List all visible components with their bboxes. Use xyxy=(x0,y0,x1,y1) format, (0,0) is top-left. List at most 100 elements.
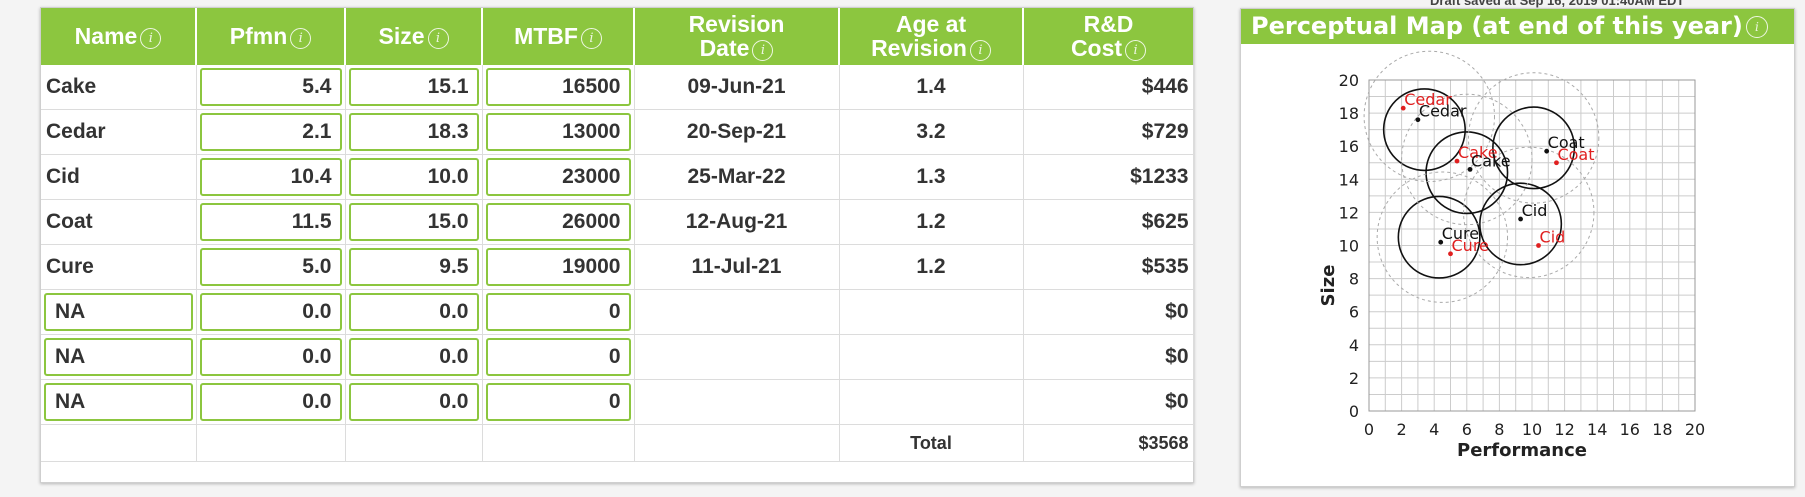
mtbf-cell: 0 xyxy=(482,379,635,425)
size-input[interactable]: 9.5 xyxy=(348,248,479,286)
info-icon[interactable]: i xyxy=(752,39,774,61)
mtbf-input[interactable]: 16500 xyxy=(485,68,631,106)
x-tick-label: 16 xyxy=(1620,420,1640,439)
info-icon[interactable]: i xyxy=(1125,39,1147,61)
table-row: NA 0.0 0.0 0 $0 xyxy=(41,379,1194,425)
y-axis-label: Size xyxy=(1318,265,1339,307)
size-input[interactable]: 18.3 xyxy=(348,113,479,151)
y-tick-label: 14 xyxy=(1339,170,1359,189)
age-at-revision xyxy=(839,379,1024,425)
age-at-revision: 1.4 xyxy=(839,65,1024,110)
name-cell: NA xyxy=(41,289,197,335)
pfmn-input[interactable]: 5.0 xyxy=(199,248,342,286)
pfmn-input[interactable]: 2.1 xyxy=(199,113,342,151)
pfmn-input[interactable]: 0.0 xyxy=(199,293,342,331)
y-tick-label: 4 xyxy=(1349,336,1359,355)
size-input[interactable]: 0.0 xyxy=(348,338,479,376)
size-cell: 9.5 xyxy=(345,244,483,290)
product-name-input[interactable]: NA xyxy=(44,293,193,331)
mtbf-input[interactable]: 23000 xyxy=(485,158,631,196)
size-cell: 0.0 xyxy=(345,334,483,380)
size-cell: 0.0 xyxy=(345,289,483,335)
x-tick-label: 8 xyxy=(1494,420,1504,439)
product-name-input[interactable]: NA xyxy=(44,338,193,376)
perceptual-map-header: Perceptual Map (at end of this year) i xyxy=(1241,9,1794,44)
mtbf-input[interactable]: 0 xyxy=(485,338,631,376)
pfmn-cell: 2.1 xyxy=(196,109,346,155)
product-name-input[interactable]: NA xyxy=(44,383,193,421)
product-point-label: Cedar xyxy=(1419,102,1467,121)
mtbf-cell: 23000 xyxy=(482,154,635,200)
mtbf-input[interactable]: 13000 xyxy=(485,113,631,151)
pfmn-input[interactable]: 11.5 xyxy=(199,203,342,241)
total-value: $3568 xyxy=(1023,424,1194,462)
pfmn-cell: 5.4 xyxy=(196,65,346,110)
y-tick-label: 8 xyxy=(1349,270,1359,289)
info-icon[interactable]: i xyxy=(427,27,449,49)
x-tick-label: 14 xyxy=(1587,420,1607,439)
header-label: Age at xyxy=(895,11,967,38)
rd-cost: $1233 xyxy=(1023,154,1194,200)
pfmn-cell: 0.0 xyxy=(196,289,346,335)
size-input[interactable]: 15.0 xyxy=(348,203,479,241)
info-icon[interactable]: i xyxy=(969,39,991,61)
size-input[interactable]: 0.0 xyxy=(348,293,479,331)
info-icon[interactable]: i xyxy=(140,27,162,49)
product-name: Cid xyxy=(41,154,197,200)
age-at-revision: 1.2 xyxy=(839,199,1024,245)
size-cell: 0.0 xyxy=(345,379,483,425)
y-tick-label: 0 xyxy=(1349,402,1359,421)
rd-cost: $0 xyxy=(1023,289,1194,335)
product-point-label: Coat xyxy=(1548,133,1585,152)
size-cell: 10.0 xyxy=(345,154,483,200)
table-row: NA 0.0 0.0 0 $0 xyxy=(41,334,1194,380)
product-point-label: Cake xyxy=(1471,151,1511,170)
size-cell: 18.3 xyxy=(345,109,483,155)
size-input[interactable]: 10.0 xyxy=(348,158,479,196)
header-size: Size i xyxy=(345,8,483,65)
mtbf-cell: 26000 xyxy=(482,199,635,245)
pfmn-cell: 5.0 xyxy=(196,244,346,290)
rd-cost: $625 xyxy=(1023,199,1194,245)
table-row: NA 0.0 0.0 0 $0 xyxy=(41,289,1194,335)
mtbf-cell: 16500 xyxy=(482,65,635,110)
age-at-revision: 1.2 xyxy=(839,244,1024,290)
mtbf-input[interactable]: 19000 xyxy=(485,248,631,286)
name-cell: NA xyxy=(41,379,197,425)
info-icon[interactable]: i xyxy=(580,27,602,49)
pfmn-input[interactable]: 0.0 xyxy=(199,338,342,376)
size-cell: 15.1 xyxy=(345,65,483,110)
info-icon[interactable]: i xyxy=(1745,16,1768,38)
product-name: Cake xyxy=(41,65,197,110)
empty-cell xyxy=(345,424,483,462)
header-label: Pfmn xyxy=(229,23,288,50)
pfmn-input[interactable]: 5.4 xyxy=(199,68,342,106)
table-row: Cedar 2.1 18.3 13000 20-Sep-21 3.2 $729 xyxy=(41,109,1194,155)
mtbf-input[interactable]: 0 xyxy=(485,293,631,331)
y-tick-label: 6 xyxy=(1349,303,1359,322)
mtbf-input[interactable]: 0 xyxy=(485,383,631,421)
revision-date: 09-Jun-21 xyxy=(634,65,840,110)
perceptual-map-chart: 0 2 4 6 8 10 12 14 16 18 20 0 2 4 6 8 10 12 14 16 18 20 Perfor… xyxy=(1318,50,1705,461)
header-label: R&D xyxy=(1083,11,1134,38)
age-at-revision: 3.2 xyxy=(839,109,1024,155)
age-at-revision xyxy=(839,289,1024,335)
size-input[interactable]: 0.0 xyxy=(348,383,479,421)
rd-cost: $0 xyxy=(1023,334,1194,380)
pfmn-input[interactable]: 0.0 xyxy=(199,383,342,421)
revision-date: 12-Aug-21 xyxy=(634,199,840,245)
table-row: Cid 10.4 10.0 23000 25-Mar-22 1.3 $1233 xyxy=(41,154,1194,200)
mtbf-cell: 0 xyxy=(482,289,635,335)
header-pfmn: Pfmn i xyxy=(196,8,346,65)
product-table: Name i Pfmn i Size i MTBF i Revision Date i Ag… xyxy=(41,8,1194,462)
empty-cell xyxy=(41,424,197,462)
size-cell: 15.0 xyxy=(345,199,483,245)
revision-date xyxy=(634,289,840,335)
info-icon[interactable]: i xyxy=(290,27,312,49)
x-tick-label: 18 xyxy=(1652,420,1672,439)
header-name: Name i xyxy=(41,8,197,65)
size-input[interactable]: 15.1 xyxy=(348,68,479,106)
x-tick-label: 6 xyxy=(1462,420,1472,439)
pfmn-input[interactable]: 10.4 xyxy=(199,158,342,196)
mtbf-input[interactable]: 26000 xyxy=(485,203,631,241)
